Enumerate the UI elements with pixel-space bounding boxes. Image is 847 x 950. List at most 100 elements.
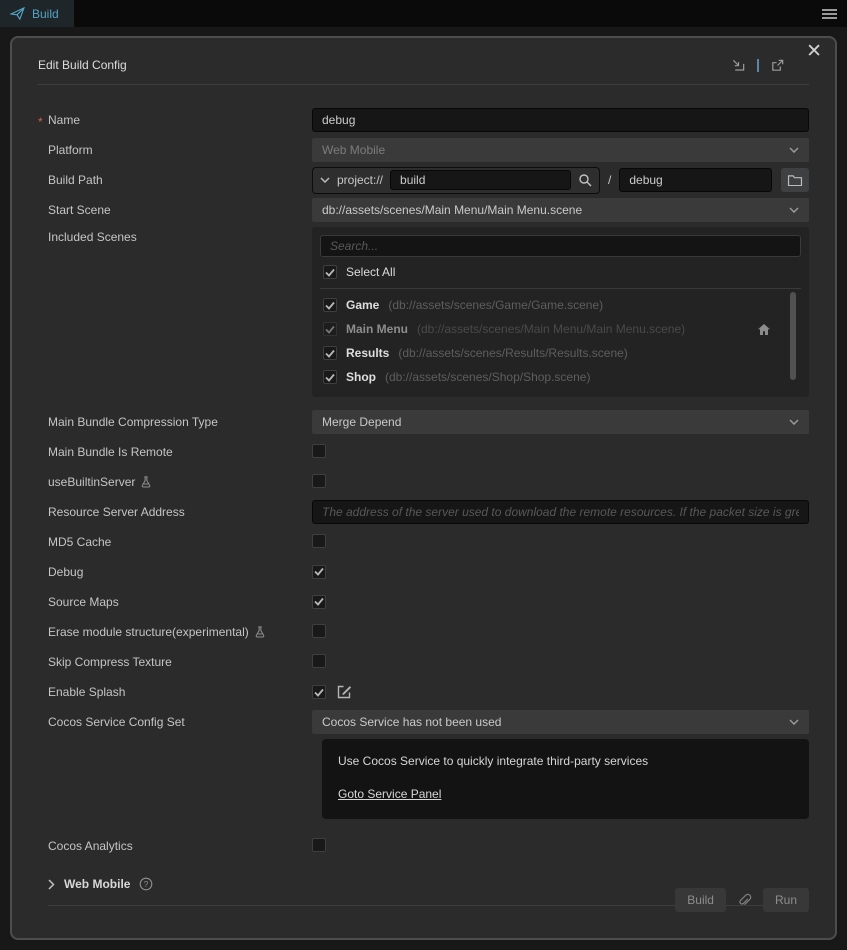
experimental-flask-icon — [140, 476, 152, 488]
edit-splash-icon[interactable] — [337, 685, 351, 699]
row-erase-module: Erase module structure(experimental) — [38, 617, 809, 647]
source-maps-checkbox[interactable] — [312, 595, 326, 609]
row-debug: Debug — [38, 557, 809, 587]
row-start-scene: Start Scene db://assets/scenes/Main Menu… — [38, 195, 809, 225]
compression-type-select[interactable]: Merge Depend — [312, 410, 809, 434]
row-main-bundle-remote: Main Bundle Is Remote — [38, 437, 809, 467]
compression-type-label: Main Bundle Compression Type — [48, 415, 312, 429]
scene-row-results[interactable]: Results (db://assets/scenes/Results/Resu… — [320, 341, 801, 365]
enable-splash-checkbox[interactable] — [312, 685, 326, 699]
import-config-icon[interactable] — [731, 58, 746, 73]
folder-icon — [787, 174, 803, 186]
row-build-path: Build Path project:// / — [38, 165, 809, 195]
scene-row-main-menu[interactable]: Main Menu (db://assets/scenes/Main Menu/… — [320, 317, 801, 341]
erase-module-checkbox[interactable] — [312, 624, 326, 638]
main-bundle-remote-label: Main Bundle Is Remote — [48, 445, 312, 459]
export-config-icon[interactable] — [770, 58, 785, 73]
use-builtin-server-label: useBuiltinServer — [48, 475, 312, 489]
scenes-panel: Select All Game (db://assets/scenes/Game… — [312, 227, 809, 397]
path-separator: / — [608, 173, 611, 187]
tab-build[interactable]: Build — [0, 0, 74, 27]
chevron-down-icon — [789, 419, 799, 425]
debug-label: Debug — [48, 565, 312, 579]
dialog-header: Edit Build Config — [38, 55, 809, 75]
chevron-down-icon — [789, 719, 799, 725]
goto-service-panel-link[interactable]: Goto Service Panel — [338, 787, 441, 801]
debug-checkbox[interactable] — [312, 565, 326, 579]
cocos-analytics-checkbox[interactable] — [312, 838, 326, 852]
scene-row-game[interactable]: Game (db://assets/scenes/Game/Game.scene… — [320, 293, 801, 317]
start-scene-label: Start Scene — [48, 203, 312, 217]
cocos-service-select[interactable]: Cocos Service has not been used — [312, 710, 809, 734]
select-all-checkbox[interactable] — [323, 265, 337, 279]
row-resource-server: Resource Server Address — [38, 497, 809, 527]
run-button[interactable]: Run — [763, 888, 809, 912]
build-dir-input[interactable] — [390, 170, 571, 190]
source-maps-label: Source Maps — [48, 595, 312, 609]
scene-checkbox[interactable] — [323, 298, 337, 312]
search-path-icon[interactable] — [578, 173, 592, 187]
resource-server-input[interactable] — [312, 500, 809, 524]
scene-checkbox[interactable] — [323, 322, 337, 336]
experimental-flask-icon — [254, 626, 266, 638]
scene-search-input[interactable] — [320, 235, 801, 257]
md5-cache-checkbox[interactable] — [312, 534, 326, 548]
chevron-down-icon — [789, 207, 799, 213]
scrollbar-thumb[interactable] — [790, 292, 796, 380]
build-subdir-input[interactable] — [619, 168, 772, 192]
name-input[interactable] — [312, 108, 809, 132]
tab-bar: Build — [0, 0, 847, 27]
chevron-right-icon — [48, 879, 55, 890]
paper-plane-icon — [10, 7, 25, 20]
scene-row-shop[interactable]: Shop (db://assets/scenes/Shop/Shop.scene… — [320, 365, 801, 389]
menu-icon[interactable] — [822, 7, 837, 21]
scene-checkbox[interactable] — [323, 346, 337, 360]
row-cocos-analytics: Cocos Analytics — [38, 831, 809, 861]
build-button[interactable]: Build — [675, 888, 726, 912]
chevron-down-icon — [789, 147, 799, 153]
resource-server-label: Resource Server Address — [48, 505, 312, 519]
home-icon — [757, 323, 771, 336]
md5-cache-label: MD5 Cache — [48, 535, 312, 549]
row-name: * Name — [38, 105, 809, 135]
main-bundle-remote-checkbox[interactable] — [312, 444, 326, 458]
web-mobile-section-title: Web Mobile — [64, 877, 130, 891]
tab-label: Build — [32, 7, 59, 21]
edit-build-config-dialog: ✕ Edit Build Config * Name — [10, 36, 837, 940]
row-cocos-service: Cocos Service Config Set Cocos Service h… — [38, 707, 809, 737]
cocos-analytics-label: Cocos Analytics — [48, 839, 312, 853]
name-label: * Name — [48, 113, 312, 127]
included-scenes-label: Included Scenes — [48, 230, 312, 244]
row-source-maps: Source Maps — [38, 587, 809, 617]
cocos-service-info-text: Use Cocos Service to quickly integrate t… — [338, 754, 793, 768]
row-use-builtin-server: useBuiltinServer — [38, 467, 809, 497]
skip-compress-checkbox[interactable] — [312, 654, 326, 668]
row-platform: Platform Web Mobile — [38, 135, 809, 165]
required-asterisk: * — [38, 115, 43, 129]
header-divider — [38, 84, 809, 85]
select-all-row[interactable]: Select All — [320, 257, 801, 289]
page-title: Edit Build Config — [38, 58, 127, 72]
cocos-service-info-panel: Use Cocos Service to quickly integrate t… — [322, 739, 809, 819]
platform-select[interactable]: Web Mobile — [312, 138, 809, 162]
header-separator — [757, 59, 759, 72]
use-builtin-server-checkbox[interactable] — [312, 474, 326, 488]
svg-text:?: ? — [144, 879, 149, 889]
build-path-label: Build Path — [48, 173, 312, 187]
protocol-dropdown-icon[interactable] — [320, 177, 330, 183]
folder-button[interactable] — [781, 168, 809, 192]
start-scene-select[interactable]: db://assets/scenes/Main Menu/Main Menu.s… — [312, 198, 809, 222]
close-icon[interactable]: ✕ — [806, 42, 822, 61]
build-path-group: project:// — [312, 167, 600, 194]
erase-module-label: Erase module structure(experimental) — [48, 625, 312, 639]
scene-checkbox[interactable] — [323, 370, 337, 384]
cocos-service-label: Cocos Service Config Set — [48, 715, 312, 729]
help-icon[interactable]: ? — [139, 877, 153, 891]
row-compression-type: Main Bundle Compression Type Merge Depen… — [38, 407, 809, 437]
row-md5-cache: MD5 Cache — [38, 527, 809, 557]
paperclip-icon — [737, 893, 752, 908]
protocol-label[interactable]: project:// — [337, 173, 383, 187]
skip-compress-label: Skip Compress Texture — [48, 655, 312, 669]
scene-list: Game (db://assets/scenes/Game/Game.scene… — [320, 289, 801, 391]
select-all-label: Select All — [346, 265, 395, 279]
